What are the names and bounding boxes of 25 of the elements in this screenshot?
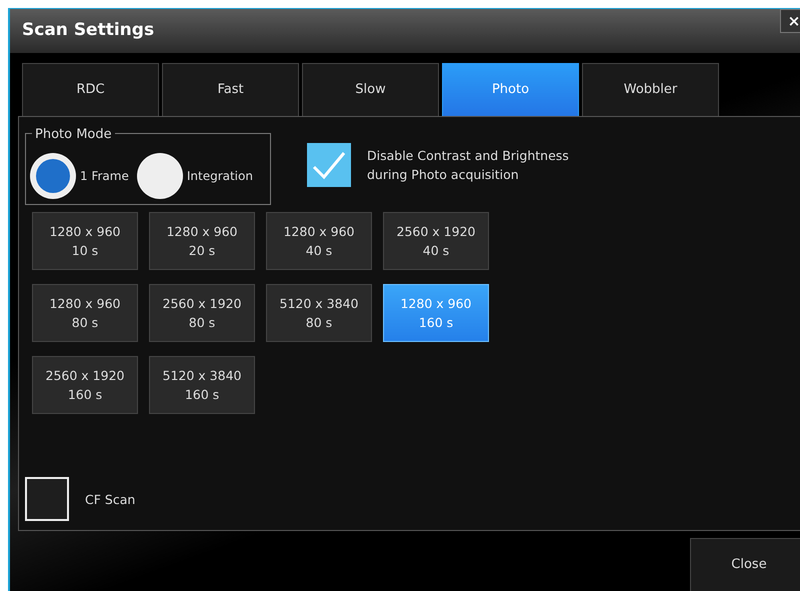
preset-button[interactable]: 2560 x 1920 80 s xyxy=(149,284,255,342)
preset-button[interactable]: 2560 x 1920 160 s xyxy=(32,356,138,414)
radio-label: 1 Frame xyxy=(80,168,129,185)
preset-button[interactable]: 5120 x 3840 80 s xyxy=(266,284,372,342)
checkbox[interactable] xyxy=(307,143,351,187)
preset-button[interactable]: 1280 x 960 10 s xyxy=(32,212,138,270)
checkbox[interactable] xyxy=(25,477,69,521)
close-button[interactable]: × xyxy=(780,9,800,33)
tab[interactable]: Fast xyxy=(162,63,299,116)
preset-button[interactable]: 1280 x 960 20 s xyxy=(149,212,255,270)
tab[interactable]: Wobbler xyxy=(582,63,719,116)
preset-button[interactable]: 2560 x 1920 40 s xyxy=(383,212,489,270)
tab[interactable]: RDC xyxy=(22,63,159,116)
tab[interactable]: Slow xyxy=(302,63,439,116)
preset-button[interactable]: 5120 x 3840 160 s xyxy=(149,356,255,414)
checkbox-label: Disable Contrast and Brightness during Photo acquisition xyxy=(367,147,569,184)
radio-button[interactable] xyxy=(136,153,183,199)
radio-button[interactable] xyxy=(30,153,76,199)
window-title: Scan Settings xyxy=(22,19,154,42)
tab[interactable]: Photo xyxy=(442,63,579,116)
preset-button[interactable]: 1280 x 960 80 s xyxy=(32,284,138,342)
radio-label: Integration xyxy=(186,168,253,185)
close-button[interactable]: Close xyxy=(690,538,800,591)
preset-button[interactable]: 1280 x 960 40 s xyxy=(266,212,372,270)
checkbox-label: CF Scan xyxy=(85,490,136,508)
